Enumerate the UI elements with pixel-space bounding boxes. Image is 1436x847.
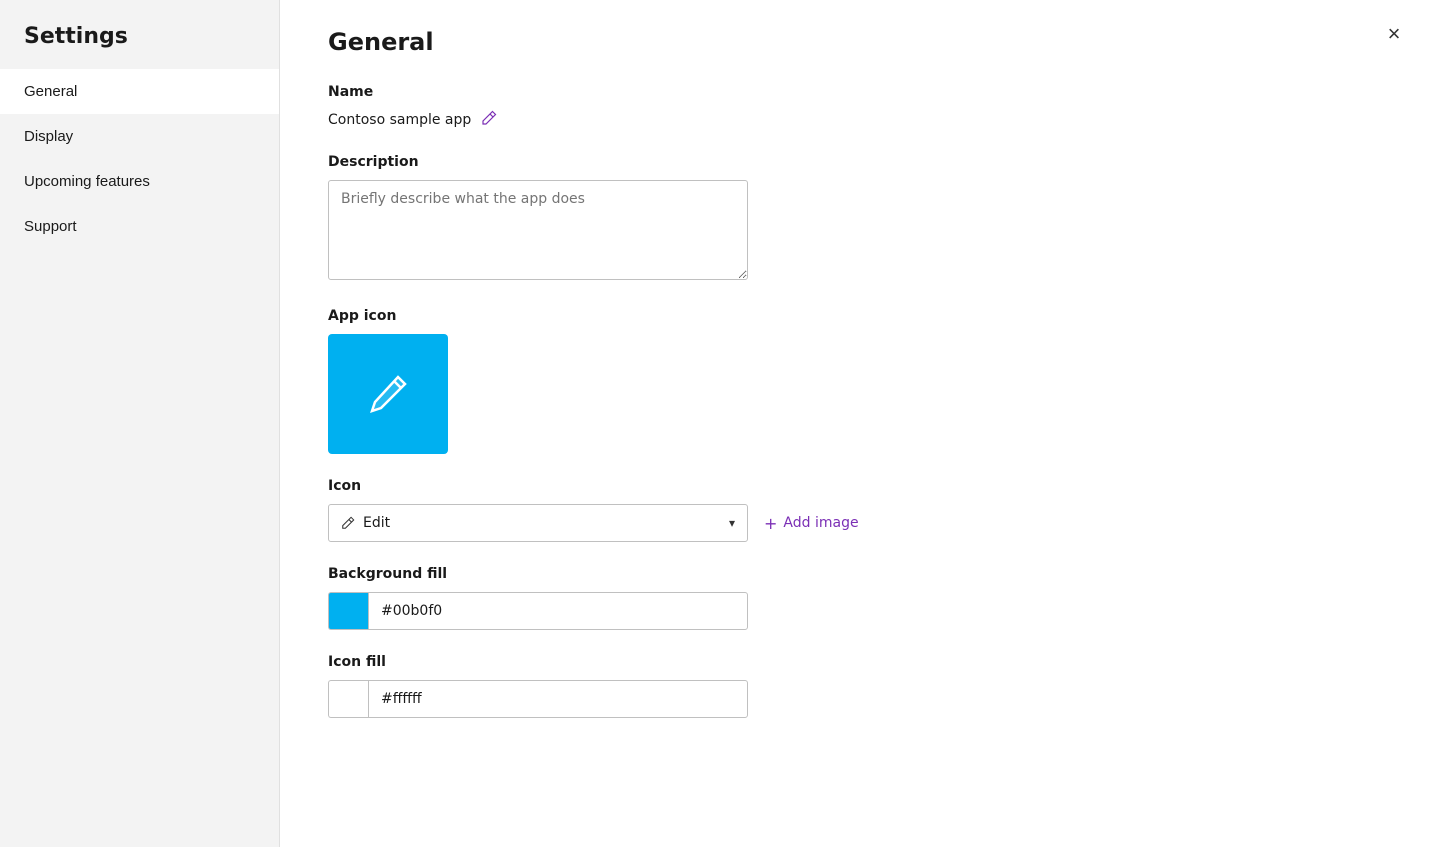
sidebar-item-support[interactable]: Support <box>0 204 279 249</box>
icon-color-swatch[interactable] <box>328 680 368 718</box>
icon-dropdown-label: Edit <box>341 515 729 531</box>
page-title: General <box>328 28 1132 56</box>
name-label: Name <box>328 84 1132 100</box>
app-icon-label: App icon <box>328 308 1132 324</box>
icon-fill-section: Icon fill <box>328 654 1132 718</box>
main-content: × General Name Contoso sample app Descri… <box>280 0 1436 847</box>
icon-label: Icon <box>328 478 1132 494</box>
icon-fill-row <box>328 680 1132 718</box>
description-label: Description <box>328 154 1132 170</box>
chevron-down-icon: ▾ <box>729 516 735 530</box>
sidebar-item-display[interactable]: Display <box>0 114 279 159</box>
add-image-button[interactable]: + Add image <box>764 510 859 537</box>
sidebar-title: Settings <box>0 0 279 69</box>
name-row: Contoso sample app <box>328 110 1132 130</box>
description-textarea[interactable] <box>328 180 748 280</box>
icon-dropdown[interactable]: Edit ▾ <box>328 504 748 542</box>
background-fill-input[interactable] <box>368 592 748 630</box>
app-name-text: Contoso sample app <box>328 112 471 128</box>
icon-fill-label: Icon fill <box>328 654 1132 670</box>
icon-fill-input[interactable] <box>368 680 748 718</box>
pencil-icon <box>363 369 413 419</box>
sidebar-item-general[interactable]: General <box>0 69 279 114</box>
background-fill-row <box>328 592 1132 630</box>
sidebar-item-upcoming-features[interactable]: Upcoming features <box>0 159 279 204</box>
background-fill-section: Background fill <box>328 566 1132 630</box>
add-image-label: Add image <box>783 515 858 531</box>
sidebar: Settings General Display Upcoming featur… <box>0 0 280 847</box>
background-color-swatch[interactable] <box>328 592 368 630</box>
close-button[interactable]: × <box>1376 16 1412 52</box>
sidebar-nav: General Display Upcoming features Suppor… <box>0 69 279 249</box>
add-image-icon: + <box>764 514 777 533</box>
icon-row: Edit ▾ + Add image <box>328 504 1132 542</box>
edit-icon-small <box>341 516 355 530</box>
app-icon-preview <box>328 334 448 454</box>
name-edit-icon[interactable] <box>481 110 497 130</box>
content-area: General Name Contoso sample app Descript… <box>280 0 1180 758</box>
background-fill-label: Background fill <box>328 566 1132 582</box>
